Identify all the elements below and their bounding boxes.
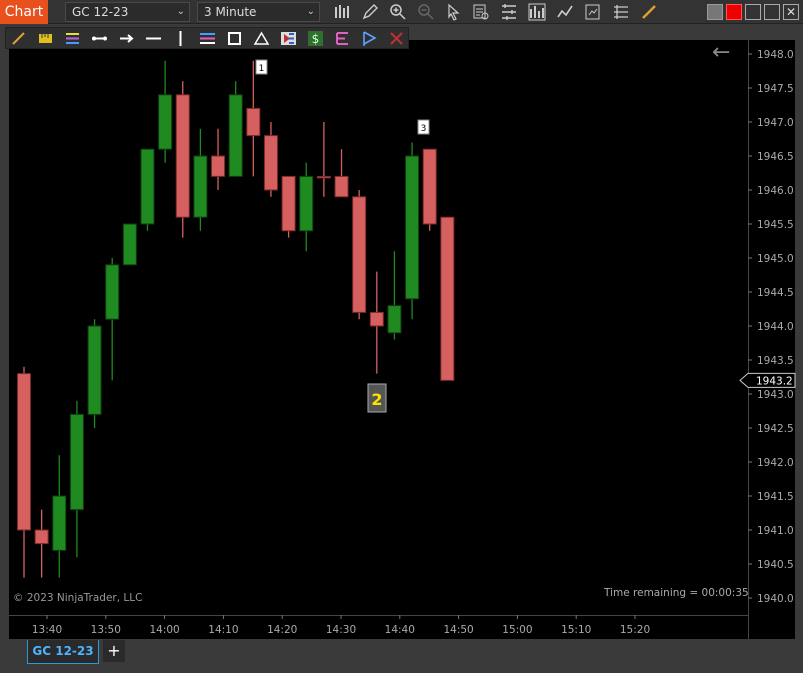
candle-body <box>175 94 190 218</box>
fibonacci-icon[interactable] <box>64 30 81 47</box>
candle-body <box>246 107 261 137</box>
price-tick-label: 1942.5 <box>757 423 794 435</box>
price-tick-label: 1944.5 <box>757 287 794 299</box>
time-tick-label: 14:50 <box>443 624 473 636</box>
tab-gc-12-23[interactable]: GC 12-23 <box>27 640 99 664</box>
price-tick-label: 1946.0 <box>757 185 794 197</box>
time-tick-label: 14:40 <box>385 624 415 636</box>
candle-body <box>387 305 402 334</box>
rectangle-icon[interactable] <box>226 30 243 47</box>
add-tab-button[interactable]: + <box>103 640 125 662</box>
triangle-icon[interactable] <box>253 30 270 47</box>
svg-text:$: $ <box>312 32 320 46</box>
candle-body <box>440 216 455 381</box>
annotation-label-1: 1 <box>259 64 265 74</box>
price-tick-label: 1947.0 <box>757 117 794 129</box>
time-tick-label: 13:50 <box>91 624 121 636</box>
arrow-line-icon[interactable] <box>118 30 135 47</box>
price-tick-label: 1948.0 <box>757 49 794 61</box>
candle-body <box>228 94 243 177</box>
time-tick-label: 13:40 <box>32 624 62 636</box>
candle-body <box>193 155 208 218</box>
horizontal-line-icon[interactable] <box>145 30 162 47</box>
price-tick-label: 1944.0 <box>757 321 794 333</box>
channel-icon[interactable] <box>199 30 216 47</box>
candle-body <box>17 373 31 531</box>
candle-body <box>422 148 437 225</box>
price-tick-label: 1947.5 <box>757 83 794 95</box>
price-tick-label: 1941.0 <box>757 525 794 537</box>
candle-body <box>263 135 278 191</box>
price-tick-label: 1945.5 <box>757 219 794 231</box>
price-tick-label: 1940.0 <box>757 593 794 605</box>
flag-icon[interactable] <box>361 30 378 47</box>
segment-icon[interactable] <box>91 30 108 47</box>
time-tick-label: 15:10 <box>561 624 591 636</box>
candle-body <box>140 148 155 225</box>
candle-body <box>352 196 367 313</box>
candle-body <box>69 413 84 511</box>
pattern-icon[interactable] <box>334 30 351 47</box>
candle-body <box>334 175 349 198</box>
candle-body <box>316 175 331 179</box>
region-icon[interactable] <box>280 30 297 47</box>
vertical-line-icon[interactable] <box>172 30 189 47</box>
price-chart: 1948.0 1947.5 1947.0 1946.5 1946.0 1945.5 1945… <box>17 49 796 636</box>
copyright-text: © 2023 NinjaTrader, LLC <box>13 592 143 604</box>
price-tick-label: 1943.0 <box>757 389 794 401</box>
time-remaining-text: Time remaining = 00:00:35 <box>604 587 749 599</box>
candle-body <box>369 311 384 327</box>
time-tick-label: 14:30 <box>326 624 356 636</box>
price-tick-label: 1945.0 <box>757 253 794 265</box>
price-tick-label: 1942.0 <box>757 457 794 469</box>
annotation-label-3: 3 <box>421 124 427 134</box>
candle-body <box>34 529 49 545</box>
line-pencil-icon[interactable] <box>10 30 27 47</box>
time-tick-label: 15:00 <box>502 624 532 636</box>
time-tick-label: 14:20 <box>267 624 297 636</box>
time-tick-label: 14:10 <box>208 624 238 636</box>
candle-body <box>105 264 120 320</box>
dollar-icon[interactable]: $ <box>307 30 324 47</box>
delete-icon[interactable] <box>388 30 405 47</box>
candle-body <box>405 155 420 300</box>
candle-body <box>281 175 296 232</box>
annotation-label-2: 2 <box>371 390 382 409</box>
candle-body <box>158 94 173 150</box>
ruler-yellow-icon[interactable] <box>37 30 54 47</box>
price-tick-label: 1946.5 <box>757 151 794 163</box>
candle-body <box>122 223 137 266</box>
candle-body <box>211 155 226 177</box>
price-tick-label: 1940.5 <box>757 559 794 571</box>
candle-body <box>52 495 67 551</box>
drawing-toolbar: $ <box>5 27 409 49</box>
candle-body <box>299 175 314 232</box>
candle-body <box>87 325 102 415</box>
price-tick-label: 1943.5 <box>757 355 794 367</box>
last-price-label: 1943.2 <box>756 375 793 387</box>
price-tick-label: 1941.5 <box>757 491 794 503</box>
arrow-left-icon[interactable]: ← <box>712 40 730 65</box>
tab-strip: GC 12-23 + <box>0 640 803 673</box>
chart-window: Chart GC 12-23 ⌄ 3 Minute ⌄ ✕ 1948.0 1947… <box>0 0 803 673</box>
time-tick-label: 14:00 <box>149 624 179 636</box>
time-tick-label: 15:20 <box>620 624 650 636</box>
